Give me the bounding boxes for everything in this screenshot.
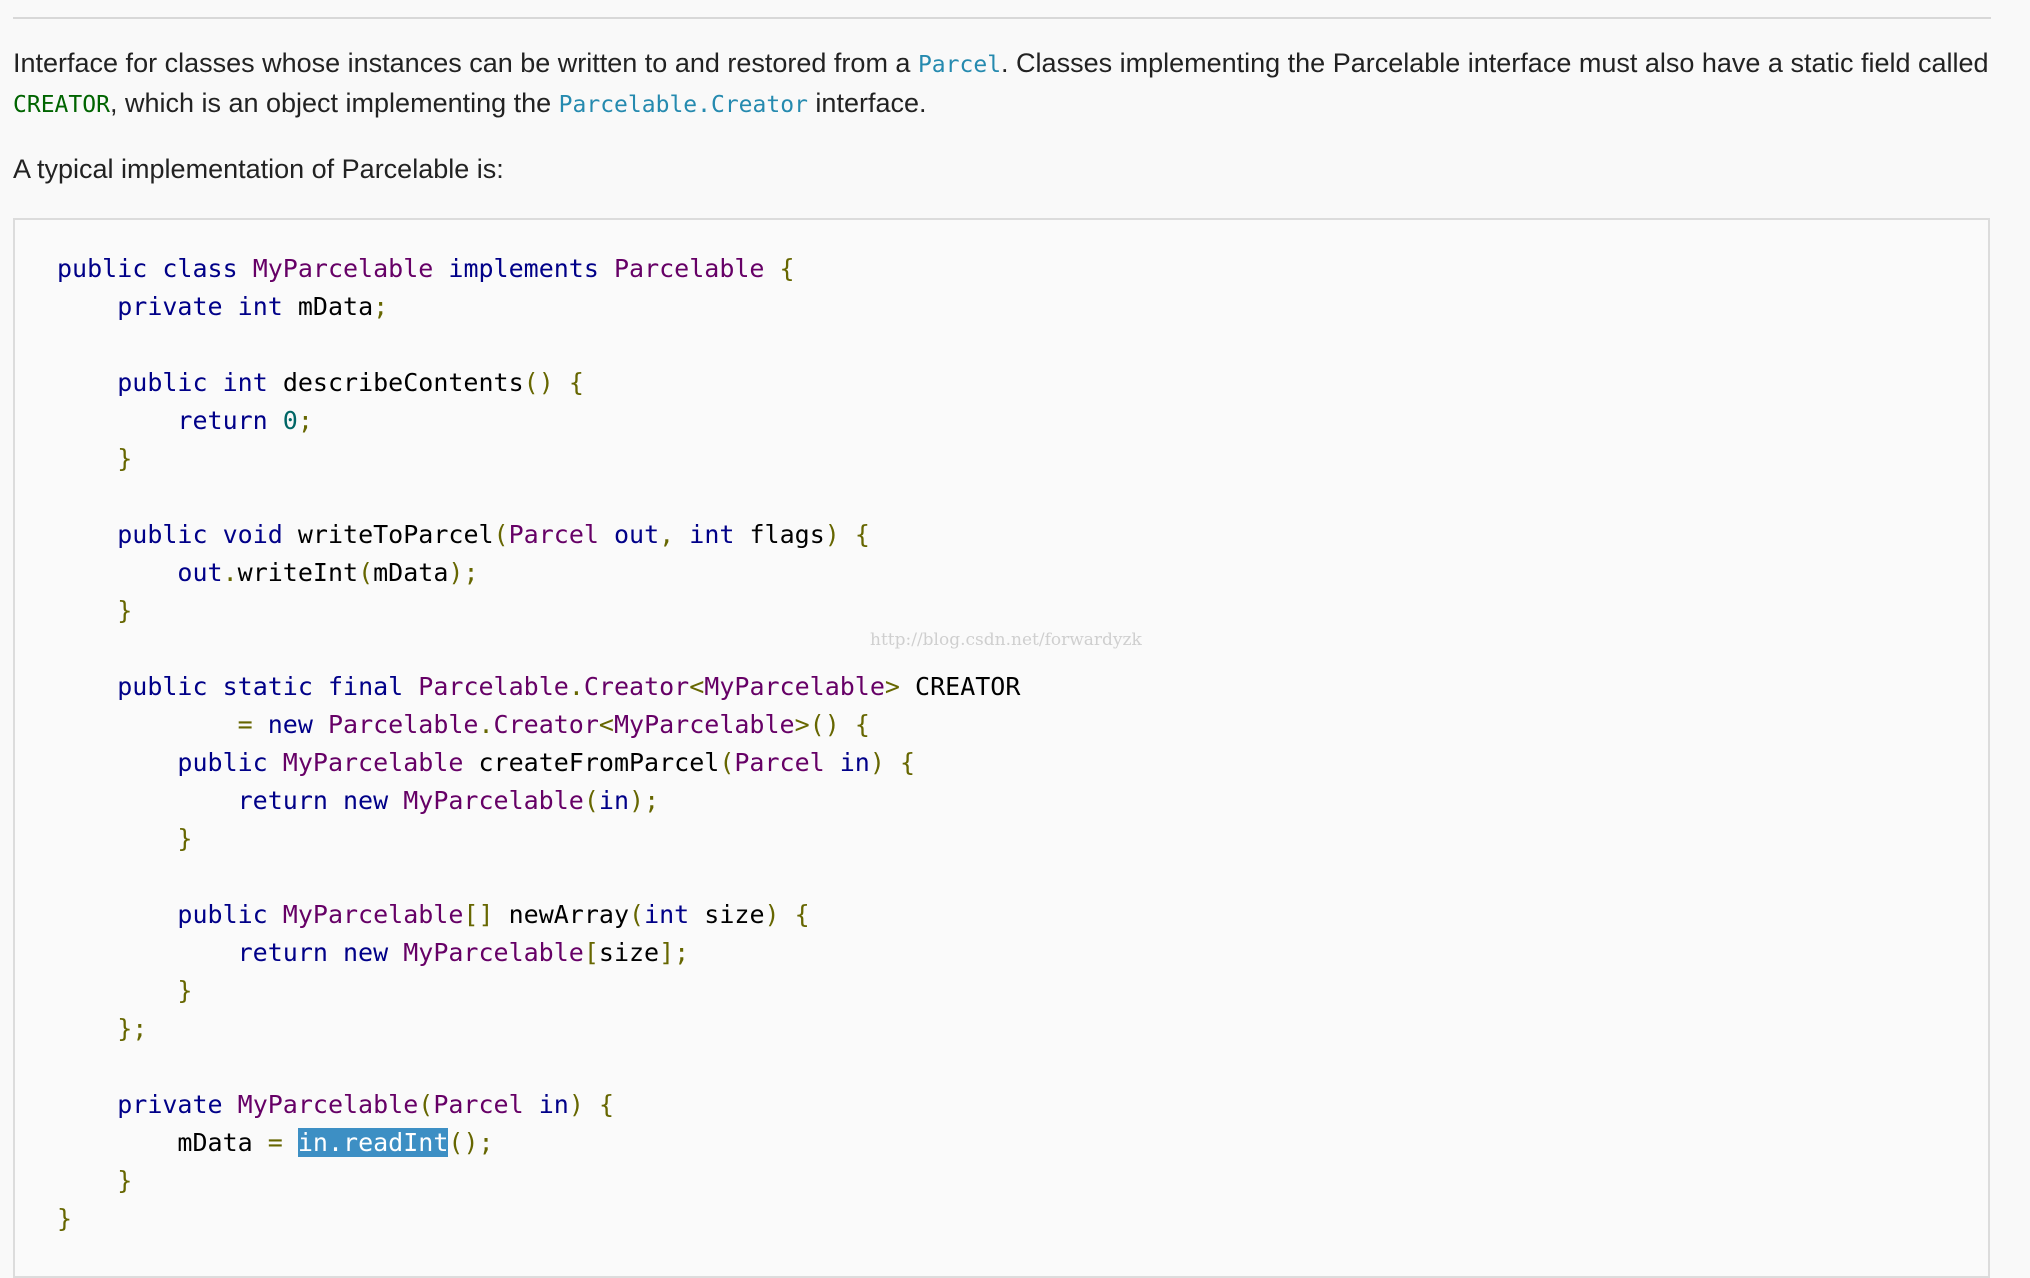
code-line: public int describeContents() {: [117, 368, 584, 397]
code-line: public MyParcelable createFromParcel(Par…: [177, 748, 916, 777]
code-line: private MyParcelable(Parcel in) {: [117, 1090, 614, 1119]
code-line: public void writeToParcel(Parcel out, in…: [117, 520, 870, 549]
code-line: return 0;: [177, 406, 313, 435]
code-line: }: [117, 1166, 133, 1195]
code-line: private int mData;: [117, 292, 389, 321]
code-line: = new Parcelable.Creator<MyParcelable>()…: [237, 710, 870, 739]
description-text: interface.: [807, 88, 927, 118]
code-line: out.writeInt(mData);: [177, 558, 479, 587]
code-line: return new MyParcelable(in);: [237, 786, 660, 815]
creator-code: CREATOR: [13, 92, 110, 118]
parcel-link[interactable]: Parcel: [918, 52, 1001, 78]
description-text: Interface for classes whose instances ca…: [13, 48, 918, 78]
code-line: mData = in.readInt();: [177, 1128, 494, 1157]
example-intro: A typical implementation of Parcelable i…: [13, 154, 504, 184]
code-line: public MyParcelable[] newArray(int size)…: [177, 900, 810, 929]
section-divider: [13, 17, 1991, 19]
text-selection[interactable]: in.readInt: [297, 1128, 449, 1157]
code-line: public static final Parcelable.Creator<M…: [117, 672, 1021, 701]
code-line: }: [57, 1204, 73, 1233]
parcelable-creator-link[interactable]: Parcelable.Creator: [559, 92, 808, 118]
description-paragraph: Interface for classes whose instances ca…: [13, 44, 1998, 124]
code-line: }: [177, 976, 193, 1005]
code-block[interactable]: public class MyParcelable implements Par…: [13, 218, 1990, 1278]
code-line: return new MyParcelable[size];: [237, 938, 690, 967]
code-line: }: [117, 596, 133, 625]
code-line: }: [177, 824, 193, 853]
watermark: http://blog.csdn.net/forwardyzk: [870, 630, 1142, 650]
description-text: , which is an object implementing the: [109, 88, 559, 118]
code-line: };: [117, 1014, 148, 1043]
code-line: public class MyParcelable implements Par…: [57, 254, 795, 283]
description-text: . Classes implementing the Parcelable in…: [1001, 48, 1989, 78]
code-line: }: [117, 444, 133, 473]
code-listing[interactable]: public class MyParcelable implements Par…: [57, 250, 1020, 1238]
